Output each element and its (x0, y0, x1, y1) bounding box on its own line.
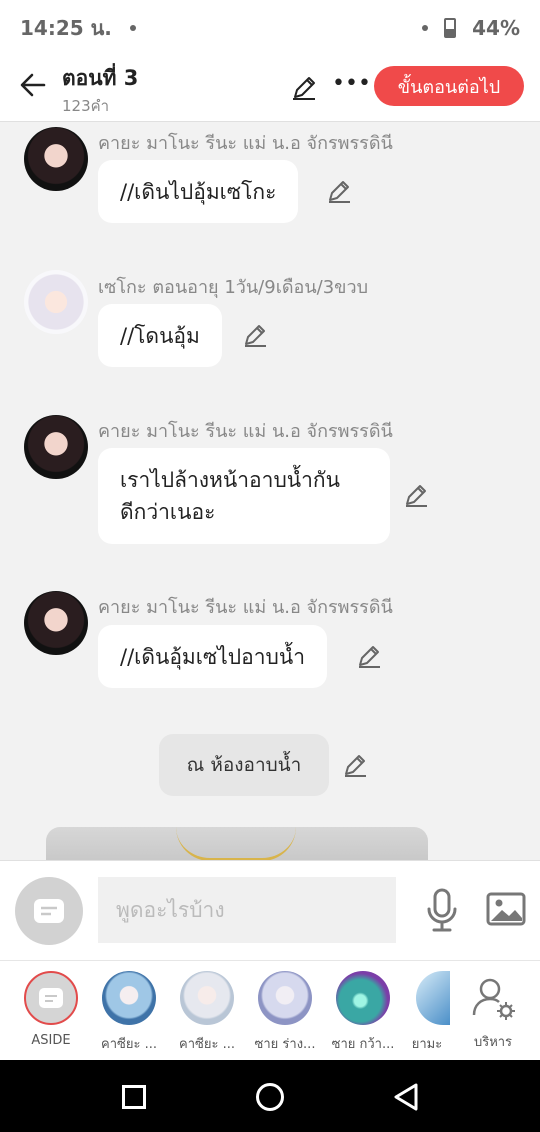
avatar[interactable] (24, 270, 88, 334)
character-item[interactable]: คาซียะ ... (170, 971, 244, 1054)
message-line: เราไปล้างหน้าอาบน้ำกัน (120, 468, 340, 492)
word-count: 123คำ (62, 97, 110, 115)
status-bar: 14:25 น. 44% (0, 0, 540, 56)
recent-apps-icon[interactable] (122, 1085, 146, 1109)
character-bar: ASIDE คาซียะ ... คาซียะ ... ซาย ร่าง... … (0, 960, 540, 1060)
status-right: 44% (422, 16, 520, 40)
message-bubble[interactable]: //โดนอุ้ม (98, 304, 222, 367)
chat-area[interactable]: คายะ มาโนะ รีนะ แม่ น.อ จักรพรรดินี //เด… (0, 122, 540, 860)
home-icon[interactable] (256, 1083, 284, 1111)
message-input[interactable] (98, 877, 396, 943)
avatar[interactable] (24, 591, 88, 655)
character-label: ASIDE (31, 1033, 71, 1048)
battery-level: 44% (472, 16, 520, 40)
message-bubble[interactable]: //เดินอุ้มเซไปอาบน้ำ (98, 625, 327, 688)
message-bubble[interactable]: //เดินไปอุ้มเซโกะ (98, 160, 299, 223)
back-arrow-icon[interactable] (18, 70, 48, 100)
narration-bubble[interactable]: ณ ห้องอาบน้ำ (159, 734, 329, 796)
edit-title-icon[interactable] (290, 74, 318, 102)
page-title: ตอนที่ 3 (62, 66, 139, 90)
speaker-name: คายะ มาโนะ รีนะ แม่ น.อ จักรพรรดินี (98, 421, 393, 442)
message-line: ดีกว่าเนอะ (120, 500, 216, 524)
character-aside[interactable]: ASIDE (14, 971, 88, 1048)
system-nav-bar (0, 1060, 540, 1132)
character-avatar (180, 971, 234, 1025)
message-icon (34, 899, 64, 923)
character-item[interactable]: คาซียะ ... (92, 971, 166, 1054)
avatar[interactable] (24, 415, 88, 479)
character-item[interactable]: ยามะ (404, 971, 450, 1054)
speaker-name: คายะ มาโนะ รีนะ แม่ น.อ จักรพรรดินี (98, 133, 393, 154)
character-label: ยามะ (411, 1037, 443, 1052)
aside-avatar (24, 971, 78, 1025)
message-icon (39, 988, 63, 1008)
more-options-icon[interactable]: ••• (332, 73, 371, 100)
header-bar: ตอนที่ 3 123คำ ••• ขั้นตอนต่อไป (0, 56, 540, 122)
character-label: ซาย ร่าง... (254, 1037, 316, 1052)
edit-message-icon[interactable] (326, 178, 352, 204)
image-upload-icon[interactable] (486, 891, 526, 927)
character-avatar (336, 971, 390, 1025)
notification-dot (129, 25, 136, 31)
battery-icon (444, 18, 457, 38)
microphone-icon[interactable] (424, 887, 460, 933)
character-item[interactable]: ซาย ร่าง... (248, 971, 322, 1054)
character-label: บริหาร (473, 1035, 513, 1050)
input-bar (0, 860, 540, 960)
character-avatar (258, 971, 312, 1025)
status-time: 14:25 น. (20, 16, 112, 40)
avatar[interactable] (24, 127, 88, 191)
character-label: ซาย กว้า... (331, 1037, 395, 1052)
chat-type-button[interactable] (15, 877, 83, 945)
edit-message-icon[interactable] (403, 482, 429, 508)
speaker-name: เซโกะ ตอนอายุ 1วัน/9เดือน/3ขวบ (98, 277, 369, 298)
edit-message-icon[interactable] (356, 643, 382, 669)
manage-button[interactable]: บริหาร (456, 971, 530, 1052)
edit-message-icon[interactable] (242, 322, 268, 348)
speaker-name: คายะ มาโนะ รีนะ แม่ น.อ จักรพรรดินี (98, 597, 393, 618)
character-avatar (102, 971, 156, 1025)
character-label: คาซียะ ... (179, 1037, 235, 1052)
image-decoration (176, 827, 296, 860)
signal-dot (422, 25, 429, 31)
edit-narration-icon[interactable] (342, 752, 368, 778)
next-step-button[interactable]: ขั้นตอนต่อไป (374, 66, 524, 106)
character-label: คาซียะ ... (101, 1037, 157, 1052)
message-bubble[interactable]: เราไปล้างหน้าอาบน้ำกัน ดีกว่าเนอะ (98, 448, 390, 544)
nav-back-icon[interactable] (392, 1082, 420, 1112)
image-message[interactable] (46, 827, 428, 860)
manage-user-icon (472, 978, 515, 1020)
character-item[interactable]: ซาย กว้า... (326, 971, 400, 1054)
character-avatar (416, 971, 450, 1025)
